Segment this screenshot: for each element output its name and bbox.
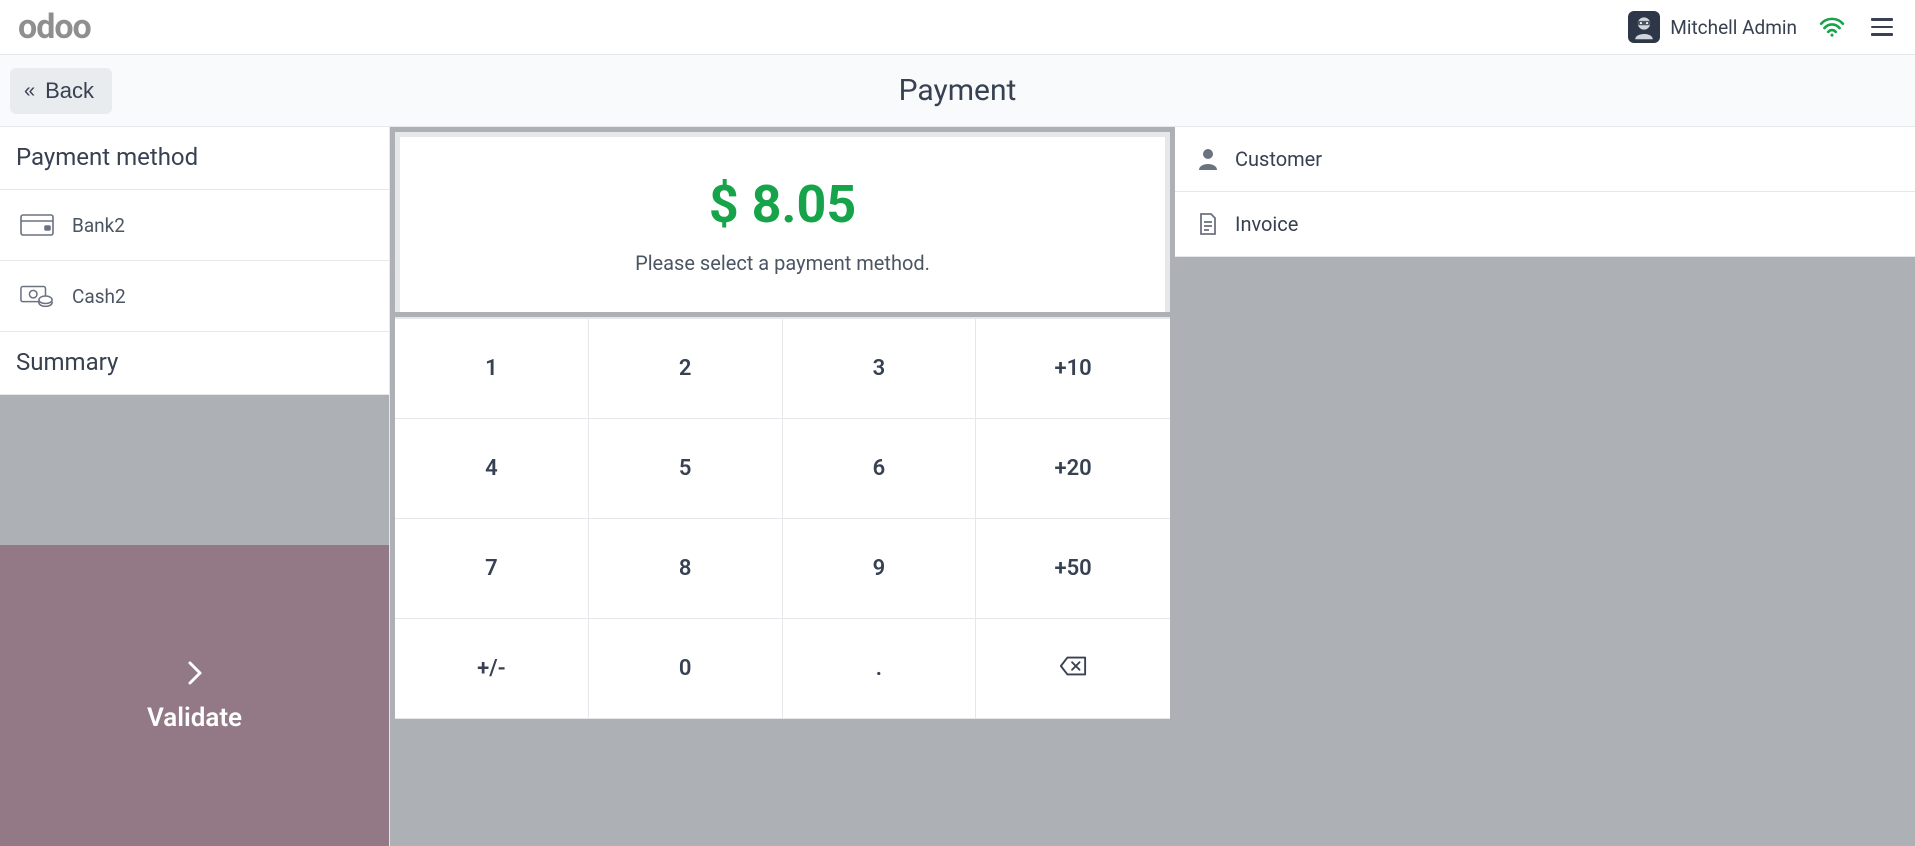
- person-icon: [1197, 148, 1219, 170]
- key-dot[interactable]: .: [783, 619, 977, 719]
- customer-label: Customer: [1235, 147, 1322, 171]
- validate-button[interactable]: Validate: [0, 545, 389, 846]
- key-backspace[interactable]: [976, 619, 1170, 719]
- numpad: 1 2 3 +10 4 5 6 +20 7 8 9 +50 +/- 0 .: [395, 317, 1170, 719]
- key-7[interactable]: 7: [395, 519, 589, 619]
- back-button[interactable]: « Back: [10, 68, 112, 114]
- left-spacer: [0, 395, 389, 545]
- validate-label: Validate: [147, 703, 242, 733]
- customer-button[interactable]: Customer: [1175, 127, 1915, 192]
- topbar-right: Mitchell Admin: [1628, 11, 1897, 43]
- page-title: Payment: [899, 73, 1017, 108]
- key-1[interactable]: 1: [395, 319, 589, 419]
- back-button-label: Back: [45, 78, 94, 104]
- payment-method-label: Bank2: [72, 214, 125, 237]
- key-0[interactable]: 0: [589, 619, 783, 719]
- wifi-icon[interactable]: [1819, 16, 1845, 38]
- user-menu[interactable]: Mitchell Admin: [1628, 11, 1797, 43]
- backspace-icon: [1059, 655, 1087, 683]
- key-sign[interactable]: +/-: [395, 619, 589, 719]
- invoice-button[interactable]: Invoice: [1175, 192, 1915, 257]
- avatar-icon: [1628, 11, 1660, 43]
- key-plus50[interactable]: +50: [976, 519, 1170, 619]
- key-4[interactable]: 4: [395, 419, 589, 519]
- key-plus10[interactable]: +10: [976, 319, 1170, 419]
- key-6[interactable]: 6: [783, 419, 977, 519]
- payment-method-cash[interactable]: Cash2: [0, 261, 389, 332]
- main-area: Payment method Bank2 Cash2: [0, 127, 1915, 846]
- user-name-label: Mitchell Admin: [1670, 16, 1797, 39]
- center-column: $ 8.05 Please select a payment method. 1…: [390, 127, 1175, 846]
- right-spacer: [1175, 257, 1915, 846]
- key-8[interactable]: 8: [589, 519, 783, 619]
- right-column: Customer Invoice: [1175, 127, 1915, 846]
- key-plus20[interactable]: +20: [976, 419, 1170, 519]
- invoice-label: Invoice: [1235, 212, 1298, 236]
- key-2[interactable]: 2: [589, 319, 783, 419]
- summary-header: Summary: [0, 332, 389, 395]
- left-column: Payment method Bank2 Cash2: [0, 127, 390, 846]
- amount-subtext: Please select a payment method.: [635, 251, 930, 275]
- amount-value: $ 8.05: [709, 174, 856, 235]
- title-bar: « Back Payment: [0, 55, 1915, 127]
- card-icon: [20, 212, 54, 238]
- key-5[interactable]: 5: [589, 419, 783, 519]
- payment-method-bank[interactable]: Bank2: [0, 190, 389, 261]
- menu-icon[interactable]: [1867, 14, 1897, 40]
- cash-icon: [20, 283, 54, 309]
- chevron-left-icon: «: [24, 81, 35, 101]
- amount-panel: $ 8.05 Please select a payment method.: [395, 132, 1170, 312]
- payment-method-label: Cash2: [72, 285, 126, 308]
- document-icon: [1197, 213, 1219, 235]
- key-3[interactable]: 3: [783, 319, 977, 419]
- chevron-right-icon: [183, 659, 207, 695]
- key-9[interactable]: 9: [783, 519, 977, 619]
- odoo-logo: odoo: [18, 7, 91, 47]
- payment-method-header: Payment method: [0, 127, 389, 190]
- top-bar: odoo Mitchell Admin: [0, 0, 1915, 55]
